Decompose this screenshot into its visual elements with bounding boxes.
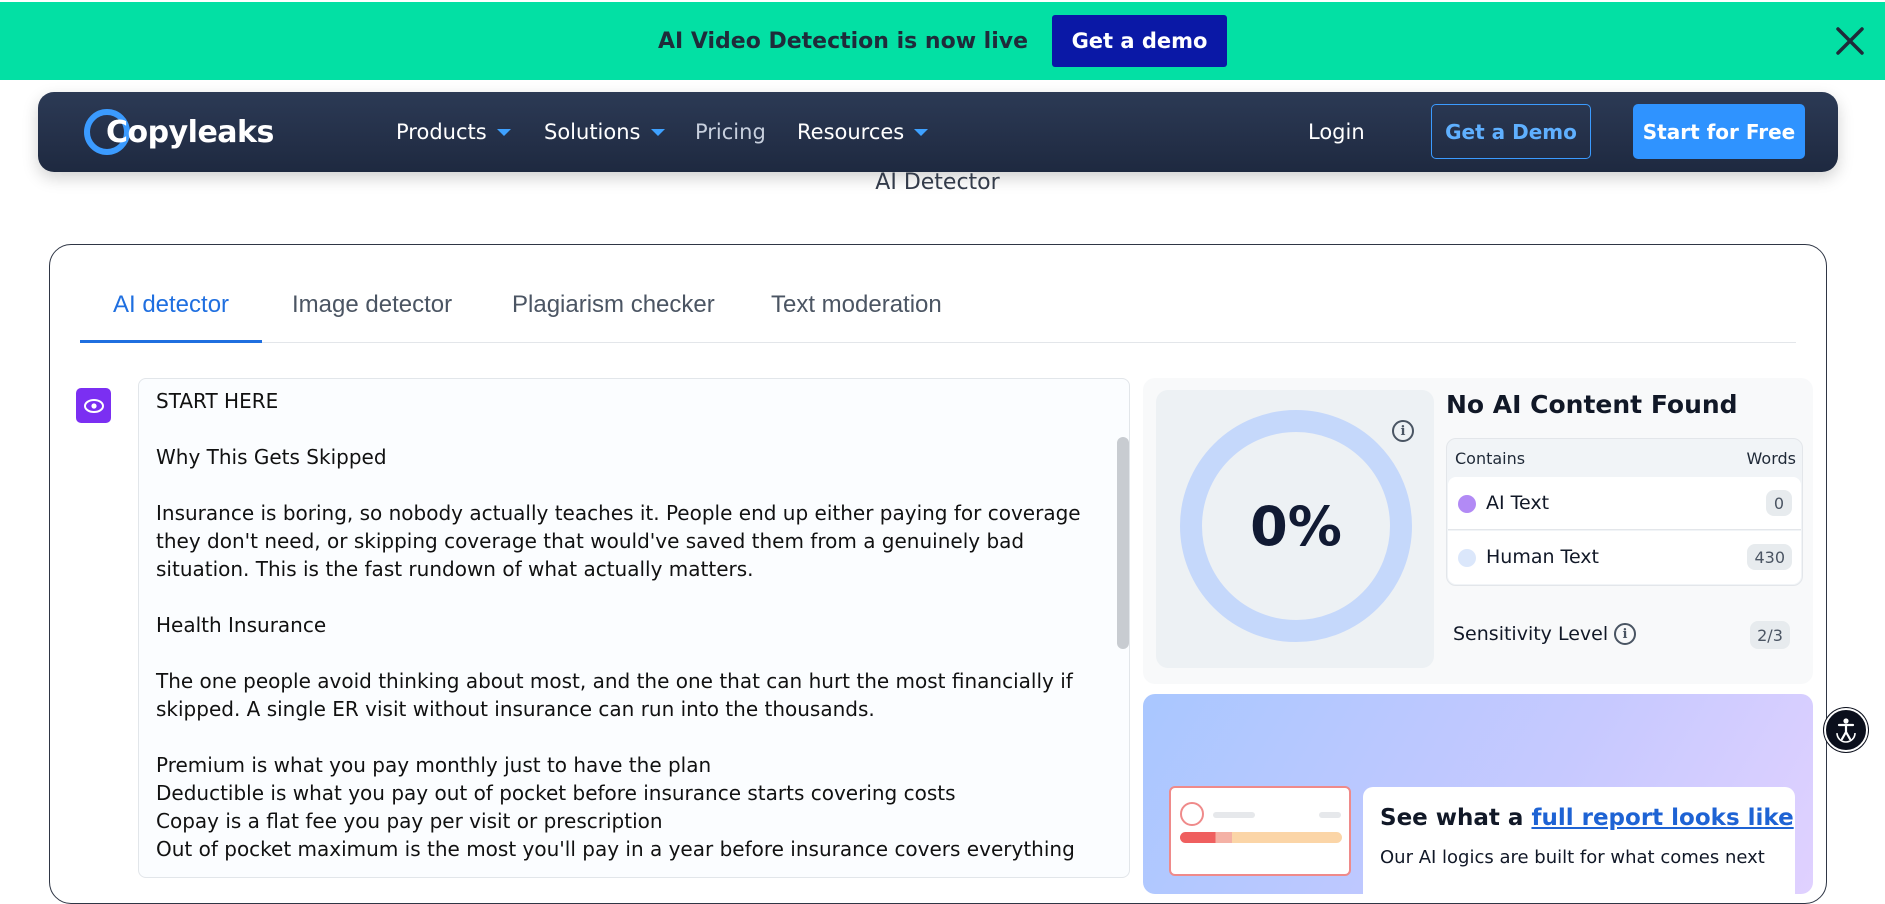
promo-card: See what a full report looks like Our AI… (1363, 787, 1795, 894)
promo-title-prefix: See what a (1380, 805, 1532, 831)
full-report-promo: See what a full report looks like Our AI… (1143, 694, 1813, 894)
sensitivity-label: Sensitivity Level (1453, 623, 1609, 645)
login-link[interactable]: Login (1308, 120, 1365, 144)
logo-text: Copyleaks (106, 114, 274, 150)
nav-solutions[interactable]: Solutions (544, 120, 665, 144)
ai-text-label: AI Text (1486, 492, 1550, 514)
nav-resources-label: Resources (797, 120, 905, 144)
full-report-link[interactable]: full report looks like (1531, 805, 1793, 831)
nav-pricing[interactable]: Pricing (695, 120, 766, 144)
nav-pricing-label: Pricing (695, 120, 766, 144)
banner-demo-button[interactable]: Get a demo (1052, 15, 1228, 67)
editor-blank-line (156, 583, 1096, 611)
gauge-ring: 0% (1180, 410, 1412, 642)
report-preview-image (1169, 786, 1351, 876)
editor-line: they don't need, or skipping coverage th… (156, 529, 1025, 553)
nav-products-label: Products (396, 120, 487, 144)
ai-score-value: 0% (1250, 494, 1342, 558)
get-a-demo-button[interactable]: Get a Demo (1431, 104, 1591, 159)
close-icon[interactable] (1833, 24, 1867, 58)
editor-line: Health Insurance (156, 613, 327, 637)
accessibility-icon[interactable] (1824, 708, 1868, 752)
editor-line: Deductible is what you pay out of pocket… (156, 781, 956, 805)
chevron-down-icon (914, 128, 929, 136)
human-text-count: 430 (1747, 544, 1792, 570)
table-row: AI Text 0 (1448, 477, 1801, 530)
text-scrollbar[interactable] (1117, 437, 1129, 649)
promo-title: See what a full report looks like (1380, 805, 1794, 831)
nav-resources[interactable]: Resources (797, 120, 929, 144)
editor-blank-line (156, 415, 1096, 443)
banner-text: AI Video Detection is now live (657, 28, 1029, 54)
editor-line: START HERE (156, 389, 279, 413)
tab-bar: AI detector Image detector Plagiarism ch… (80, 285, 1796, 343)
nav-products[interactable]: Products (396, 120, 511, 144)
copyleaks-logo[interactable]: Copyleaks (84, 109, 274, 155)
editor-line: situation. This is the fast rundown of w… (156, 557, 754, 581)
text-input-area[interactable]: START HERE Why This Gets Skipped Insurance… (138, 378, 1130, 878)
editor-line: Insurance is boring, so nobody actually … (156, 501, 1081, 525)
table-header: Contains Words (1447, 439, 1802, 477)
ai-score-gauge: 0% i (1156, 390, 1434, 668)
report-logo-icon (1180, 802, 1204, 826)
sensitivity-level-badge[interactable]: 2/3 (1750, 621, 1790, 649)
editor-text: START HERE Why This Gets Skipped Insurance… (156, 387, 1096, 863)
editor-blank-line (156, 723, 1096, 751)
editor-line: Out of pocket maximum is the most you'll… (156, 837, 1075, 861)
announcement-banner: AI Video Detection is now live Get a dem… (0, 0, 1885, 80)
page-subtitle: AI Detector (875, 170, 1000, 195)
contains-header: Contains (1455, 449, 1526, 468)
nav-solutions-label: Solutions (544, 120, 641, 144)
editor-line: Copay is a flat fee you pay per visit or… (156, 809, 663, 833)
report-line (1319, 812, 1341, 818)
editor-blank-line (156, 639, 1096, 667)
tab-plagiarism-checker[interactable]: Plagiarism checker (512, 285, 715, 343)
editor-line: The one people avoid thinking about most… (156, 669, 1073, 693)
human-text-dot-icon (1458, 549, 1476, 567)
editor-blank-line (156, 471, 1096, 499)
report-line (1213, 812, 1255, 818)
editor-line: skipped. A single ER visit without insur… (156, 697, 875, 721)
chevron-down-icon (650, 128, 665, 136)
tab-image-detector[interactable]: Image detector (292, 285, 452, 343)
editor-line: Premium is what you pay monthly just to … (156, 753, 712, 777)
ai-text-count: 0 (1766, 490, 1792, 516)
table-row: Human Text 430 (1448, 531, 1801, 584)
tab-text-moderation[interactable]: Text moderation (771, 285, 942, 343)
sensitivity-info-icon[interactable]: i (1614, 623, 1636, 645)
tab-ai-detector[interactable]: AI detector (80, 285, 262, 343)
start-for-free-button[interactable]: Start for Free (1633, 104, 1805, 159)
main-navbar: Copyleaks Products Solutions Pricing Res… (38, 92, 1838, 172)
ai-text-dot-icon (1458, 495, 1476, 513)
words-header: Words (1746, 449, 1796, 468)
result-panel: 0% i No AI Content Found Contains Words … (1143, 378, 1813, 684)
word-count-table: Contains Words AI Text 0 Human Text 430 (1446, 438, 1803, 586)
result-title: No AI Content Found (1446, 390, 1738, 419)
eye-icon[interactable] (76, 388, 111, 423)
info-icon[interactable]: i (1392, 420, 1414, 442)
human-text-label: Human Text (1486, 546, 1599, 568)
chevron-down-icon (496, 128, 511, 136)
editor-line: Why This Gets Skipped (156, 445, 387, 469)
report-score-bar (1180, 832, 1342, 843)
